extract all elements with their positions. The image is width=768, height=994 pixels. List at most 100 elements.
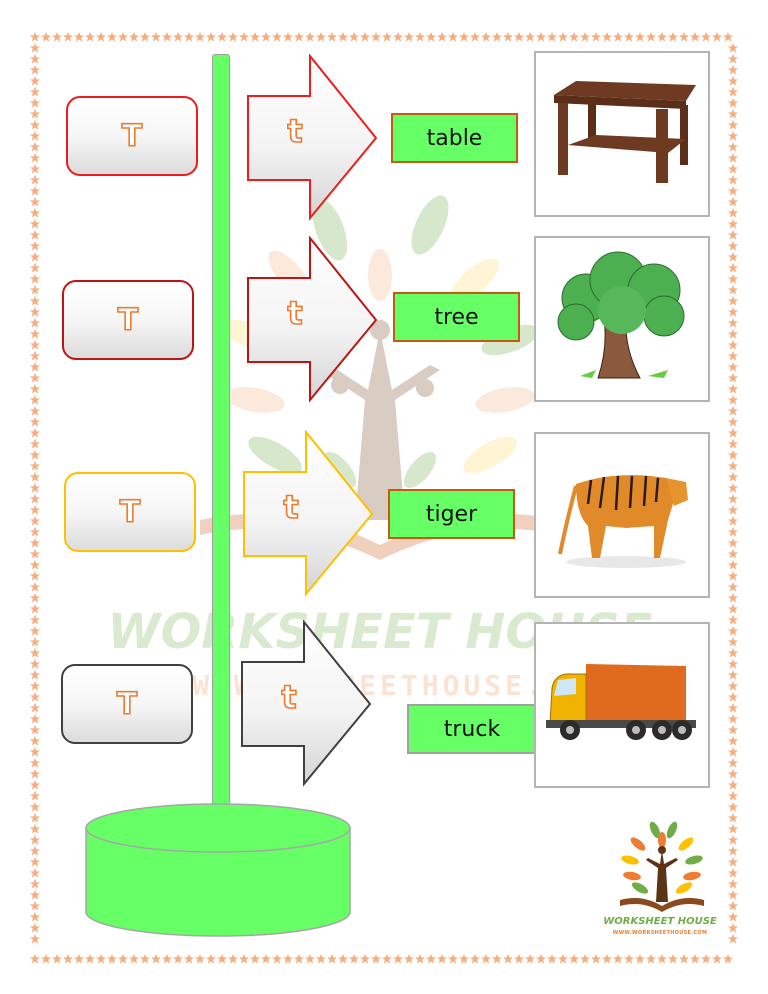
border-star xyxy=(728,87,738,97)
border-star xyxy=(118,954,128,964)
border-star xyxy=(382,954,392,964)
border-star xyxy=(602,954,612,964)
border-star xyxy=(569,32,579,42)
border-star xyxy=(52,32,62,42)
border-star xyxy=(30,175,40,185)
border-star xyxy=(30,802,40,812)
border-star xyxy=(30,714,40,724)
border-star xyxy=(728,571,738,581)
border-star xyxy=(728,362,738,372)
border-star xyxy=(250,32,260,42)
border-star xyxy=(728,395,738,405)
border-star xyxy=(30,846,40,856)
border-star xyxy=(728,516,738,526)
border-star xyxy=(30,934,40,944)
border-star xyxy=(481,32,491,42)
border-star xyxy=(30,318,40,328)
border-star xyxy=(728,736,738,746)
border-star xyxy=(30,736,40,746)
border-star xyxy=(728,142,738,152)
border-star xyxy=(63,32,73,42)
border-star xyxy=(30,373,40,383)
green-pole xyxy=(212,54,230,810)
border-star xyxy=(30,54,40,64)
word-label-tiger: tiger xyxy=(388,489,515,539)
border-star xyxy=(316,32,326,42)
border-star xyxy=(30,307,40,317)
border-star xyxy=(668,954,678,964)
border-star xyxy=(728,703,738,713)
border-star xyxy=(728,637,738,647)
border-star xyxy=(30,912,40,922)
border-star xyxy=(728,428,738,438)
border-star xyxy=(30,351,40,361)
border-star xyxy=(261,954,271,964)
border-star xyxy=(728,868,738,878)
border-star xyxy=(728,604,738,614)
border-star xyxy=(728,494,738,504)
border-star xyxy=(294,954,304,964)
border-star xyxy=(327,32,337,42)
border-star xyxy=(30,901,40,911)
border-star xyxy=(151,954,161,964)
border-star xyxy=(393,32,403,42)
border-star xyxy=(283,954,293,964)
border-star xyxy=(728,659,738,669)
border-star xyxy=(30,824,40,834)
border-star xyxy=(30,43,40,53)
border-star xyxy=(85,32,95,42)
border-star xyxy=(728,549,738,559)
uppercase-letter: T xyxy=(119,494,141,531)
border-star xyxy=(30,472,40,482)
border-star xyxy=(30,428,40,438)
border-star xyxy=(415,32,425,42)
border-star xyxy=(30,274,40,284)
border-star xyxy=(30,109,40,119)
word-label-tree: tree xyxy=(393,292,520,342)
lowercase-letter-arrow: t xyxy=(242,430,378,598)
uppercase-letter: T xyxy=(117,302,139,339)
border-star xyxy=(492,954,502,964)
border-star xyxy=(30,758,40,768)
border-star xyxy=(30,87,40,97)
border-star xyxy=(30,296,40,306)
border-star xyxy=(30,219,40,229)
border-star xyxy=(728,65,738,75)
border-star xyxy=(712,954,722,964)
border-star xyxy=(30,417,40,427)
border-star xyxy=(404,32,414,42)
border-star xyxy=(728,483,738,493)
border-star xyxy=(728,648,738,658)
border-star xyxy=(728,252,738,262)
border-star xyxy=(30,483,40,493)
border-star xyxy=(30,142,40,152)
border-star xyxy=(360,954,370,964)
border-star xyxy=(569,954,579,964)
border-star xyxy=(30,538,40,548)
border-star xyxy=(728,186,738,196)
border-star xyxy=(728,318,738,328)
border-star xyxy=(30,362,40,372)
border-star xyxy=(184,32,194,42)
border-star xyxy=(728,54,738,64)
border-star xyxy=(30,692,40,702)
border-star xyxy=(30,593,40,603)
border-star xyxy=(261,32,271,42)
border-star xyxy=(30,659,40,669)
border-star xyxy=(728,450,738,460)
border-star xyxy=(30,406,40,416)
border-star xyxy=(503,32,513,42)
border-star xyxy=(728,615,738,625)
uppercase-letter-box: T xyxy=(62,280,194,360)
border-star xyxy=(503,954,513,964)
border-star xyxy=(129,954,139,964)
border-star xyxy=(580,954,590,964)
border-star xyxy=(30,395,40,405)
border-star xyxy=(426,954,436,964)
border-star xyxy=(41,954,51,964)
lowercase-letter-arrow: t xyxy=(246,236,382,404)
border-star xyxy=(728,681,738,691)
border-star xyxy=(728,120,738,130)
border-star xyxy=(728,879,738,889)
border-star xyxy=(728,901,738,911)
